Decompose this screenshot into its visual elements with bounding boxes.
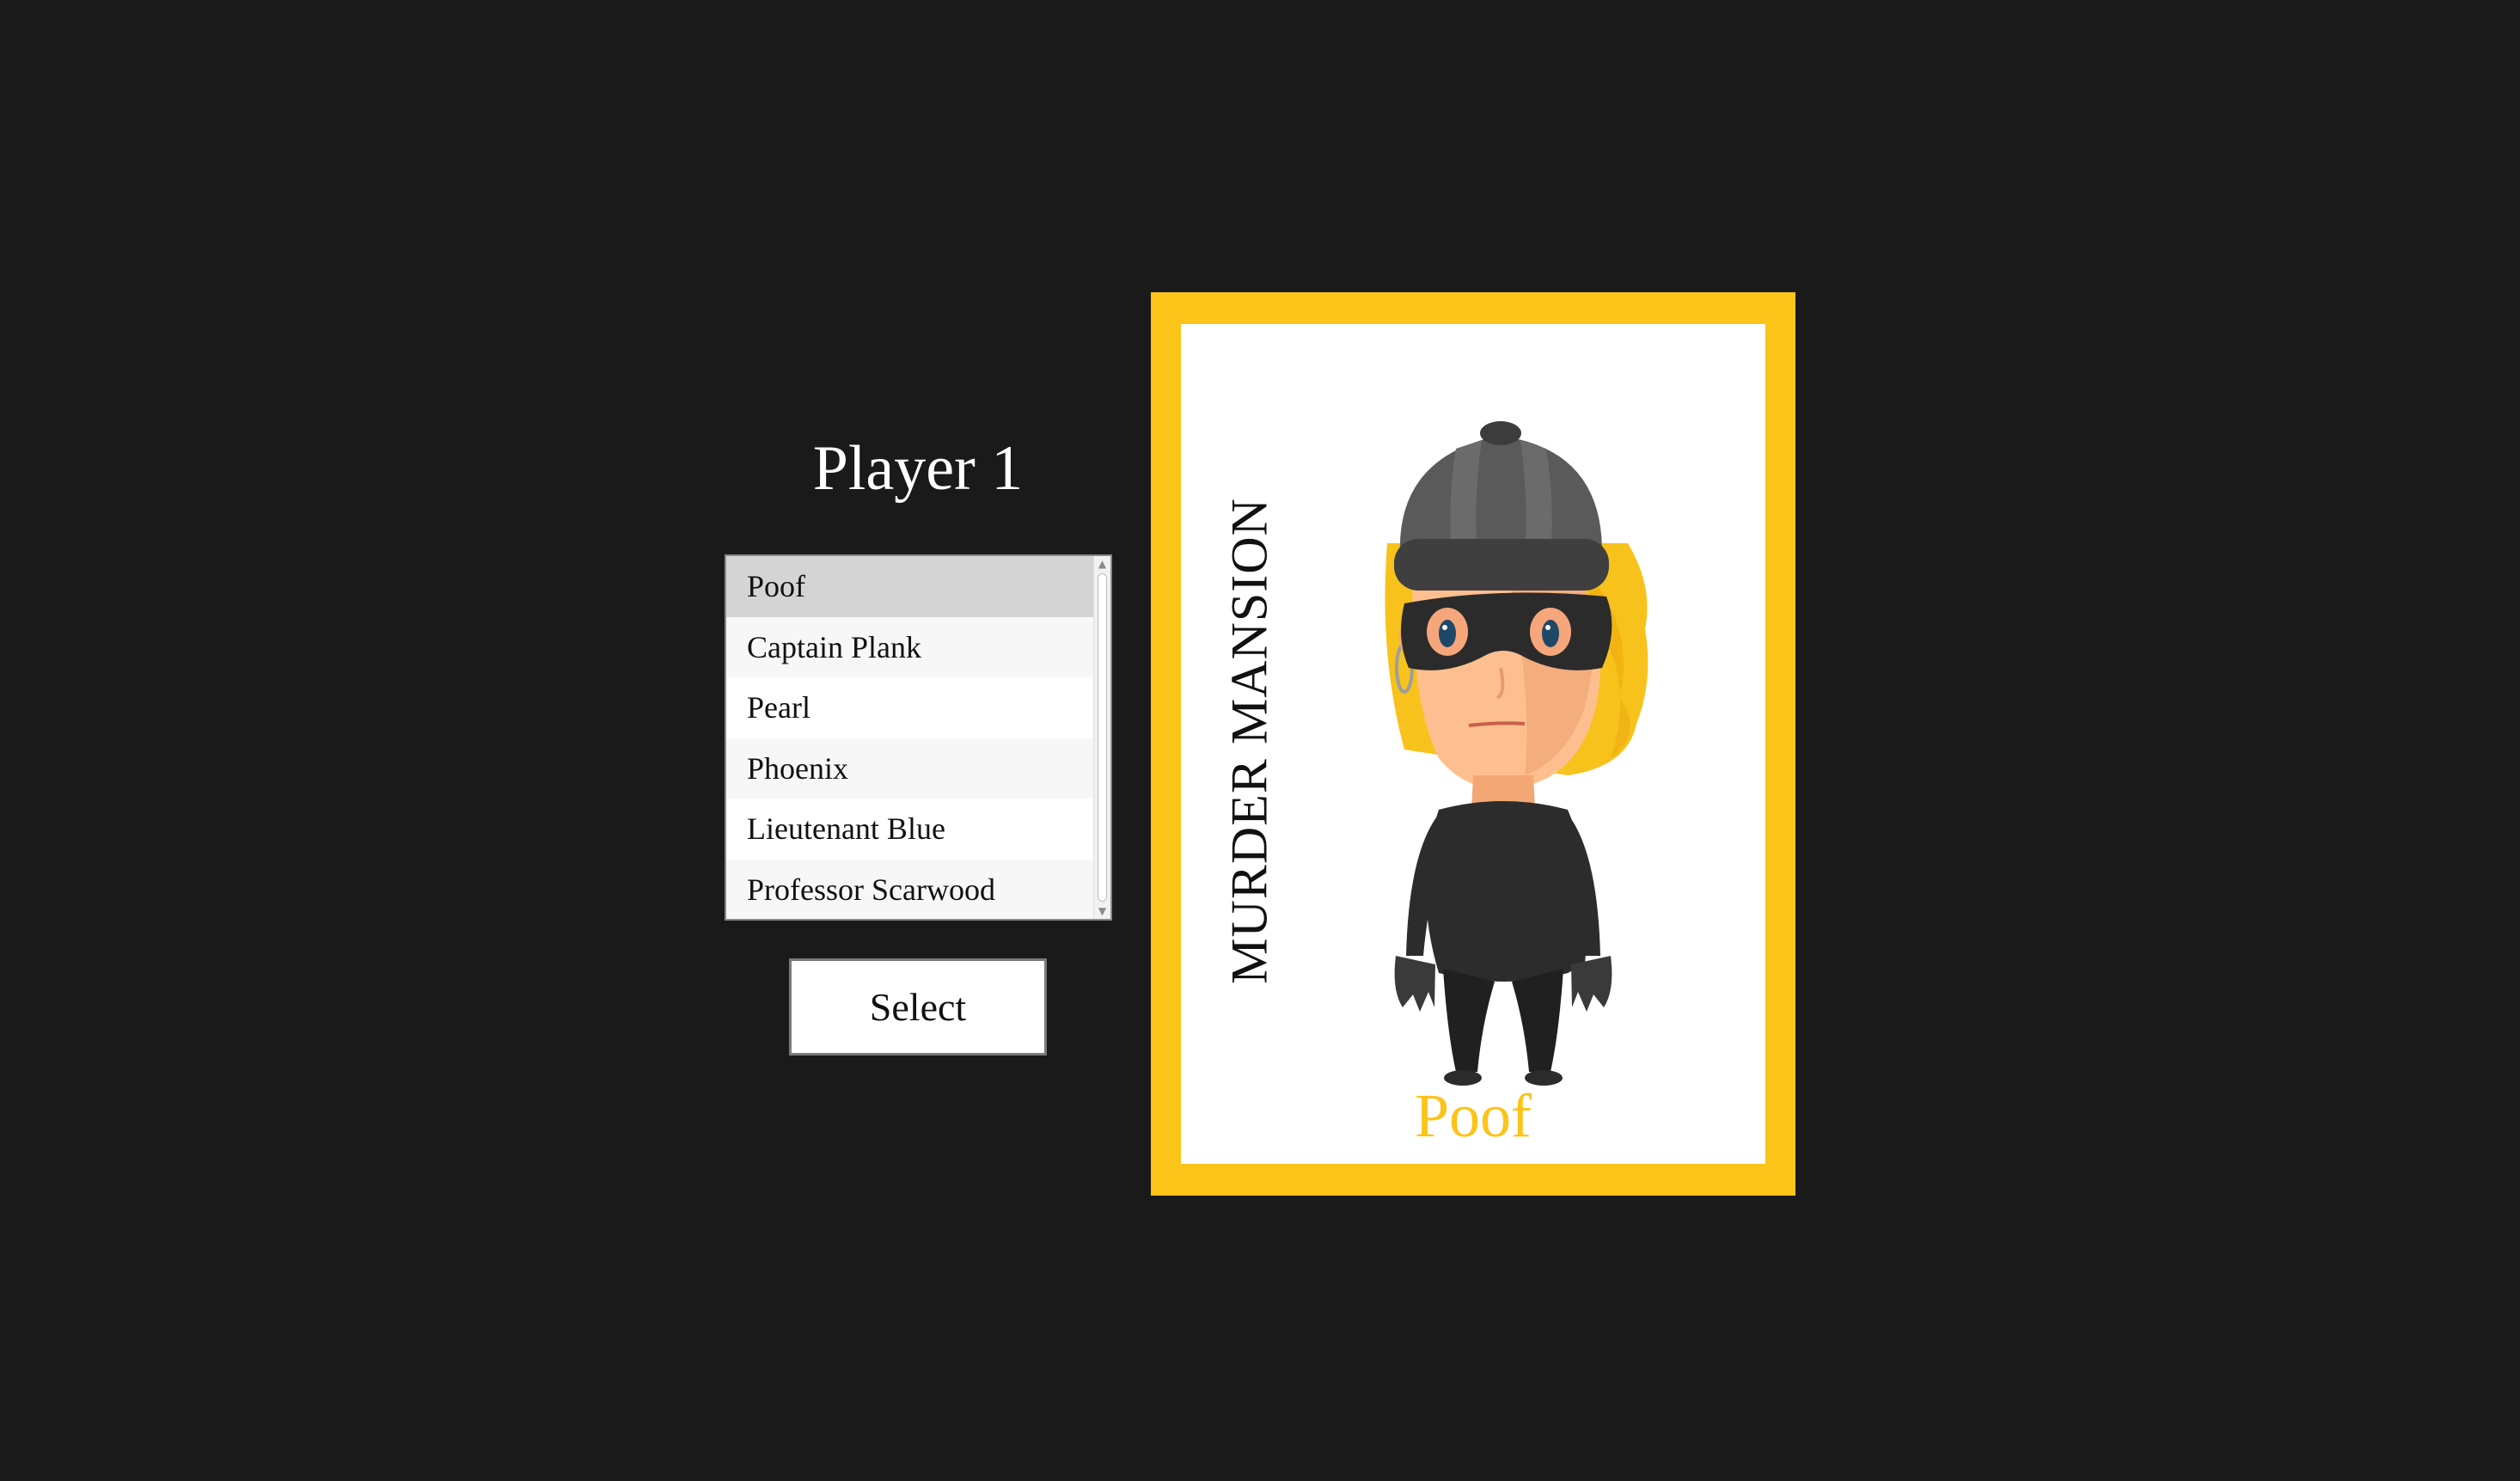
player-title: Player 1 — [812, 433, 1024, 504]
scroll-down-icon[interactable]: ▼ — [1094, 903, 1110, 919]
select-button[interactable]: Select — [789, 958, 1047, 1056]
listbox-scrollbar[interactable]: ▲ ▼ — [1093, 556, 1110, 919]
scroll-up-icon[interactable]: ▲ — [1094, 556, 1110, 572]
character-card: MURDER MANSION Poof — [1151, 292, 1795, 1196]
character-list: Poof Captain Plank Pearl Phoenix Lieuten… — [726, 556, 1095, 919]
masked-burglar-icon — [1385, 421, 1648, 1086]
character-option-poof[interactable]: Poof — [726, 556, 1095, 617]
character-option-lieutenant-blue[interactable]: Lieutenant Blue — [726, 799, 1095, 860]
card-face: MURDER MANSION Poof — [1181, 324, 1765, 1164]
character-option-professor-scarwood[interactable]: Professor Scarwood — [726, 859, 1095, 919]
card-character-name: Poof — [1414, 1081, 1532, 1150]
scroll-thumb[interactable] — [1098, 573, 1107, 902]
character-select-screen: Player 1 Poof Captain Plank Pearl Phoeni… — [0, 0, 2520, 1481]
character-option-phoenix[interactable]: Phoenix — [726, 737, 1095, 799]
character-listbox[interactable]: Poof Captain Plank Pearl Phoenix Lieuten… — [725, 554, 1112, 921]
character-option-pearl[interactable]: Pearl — [726, 677, 1095, 738]
card-game-title: MURDER MANSION — [1220, 498, 1278, 984]
character-option-captain-plank[interactable]: Captain Plank — [726, 616, 1095, 677]
